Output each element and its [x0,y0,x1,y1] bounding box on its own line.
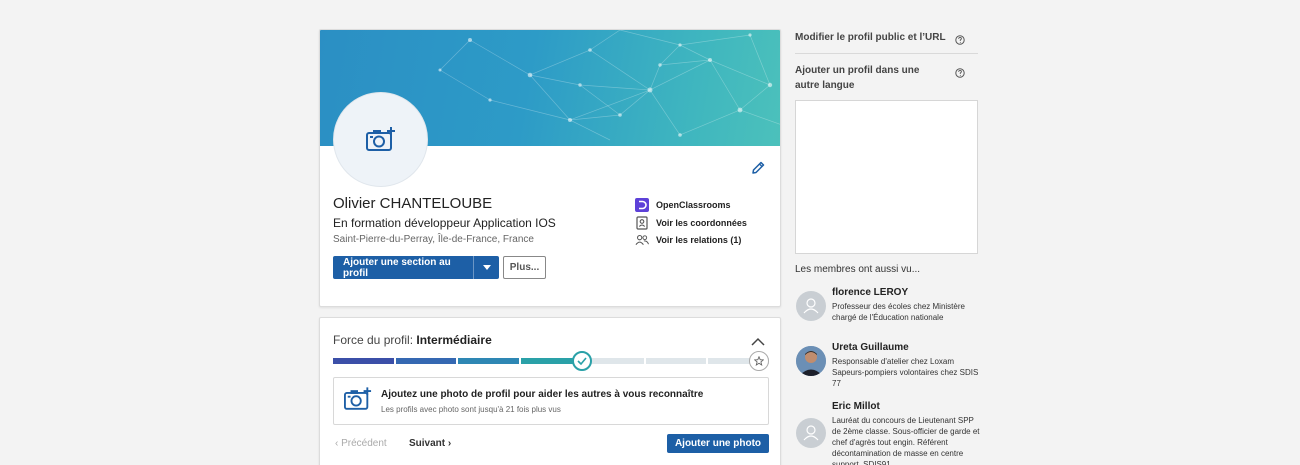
profile-strength-title: Force du profil: Intermédiaire [333,333,492,347]
profile-strength-label: Force du profil: [333,333,417,347]
profile-location: Saint-Pierre-du-Perray, Île-de-France, F… [333,234,534,245]
add-photo-button[interactable]: Ajouter une photo [667,434,769,453]
chevron-up-icon [751,337,765,346]
suggestion-title: Ajoutez une photo de profil pour aider l… [381,389,704,400]
edit-intro-button[interactable] [751,161,767,177]
camera-plus-icon [344,387,372,417]
edit-public-profile-link[interactable]: Modifier le profil public et l’URL [795,30,946,45]
member-description: Lauréat du concours de Lieutenant SPP de… [832,416,980,465]
profile-name: Olivier CHANTELOUBE [333,195,493,212]
profile-strength-card: Force du profil: Intermédiaire Ajoutez u… [319,317,781,465]
profile-card: Olivier CHANTELOUBE En formation dévelop… [319,29,781,307]
add-profile-section-label: Ajouter une section au profil [343,256,451,279]
suggestion-subtitle: Les profils avec photo sont jusqu'à 21 f… [381,405,561,414]
profile-headline: En formation développeur Application IOS [333,216,556,230]
profile-strength-meter [333,358,769,366]
member-name[interactable]: florence LEROY [832,287,908,298]
meter-segment [583,358,644,364]
meter-segment [333,358,394,364]
add-photo-suggestion: Ajoutez une photo de profil pour aider l… [333,377,769,425]
member-name[interactable]: Eric Millot [832,401,880,412]
member-name[interactable]: Ureta Guillaume [832,342,909,353]
people-icon [635,233,649,247]
meter-star-icon [749,351,769,371]
company-link[interactable]: OpenClassrooms [635,198,731,212]
contact-info-label: Voir les coordonnées [656,218,747,228]
profile-strength-level: Intermédiaire [416,333,492,347]
openclassrooms-logo-icon [635,198,649,212]
add-profile-section-button[interactable]: Ajouter une section au profil [333,256,499,279]
member-description: Responsable d'atelier chez Loxam Sapeurs… [832,357,979,388]
pencil-icon [752,161,765,174]
meter-check-icon [572,351,592,371]
meter-segment [458,358,519,364]
help-icon[interactable] [955,65,965,78]
camera-plus-icon [365,126,395,151]
connections-label: Voir les relations (1) [656,235,742,245]
meter-segment [645,358,707,364]
avatar[interactable] [796,346,826,376]
sidebar-divider [795,53,978,54]
collapse-button[interactable] [751,333,767,347]
company-name: OpenClassrooms [656,200,731,210]
profile-photo-placeholder[interactable] [333,92,428,187]
meter-segment [395,358,457,364]
more-button[interactable]: Plus... [503,256,546,279]
contact-card-icon [635,216,649,230]
avatar[interactable] [796,418,826,448]
caret-down-icon[interactable] [473,256,499,279]
member-description: Professeur des écoles chez Ministère cha… [832,302,965,322]
help-icon[interactable] [955,32,965,45]
connections-link[interactable]: Voir les relations (1) [635,233,741,247]
contact-info-link[interactable]: Voir les coordonnées [635,216,747,230]
avatar[interactable] [796,291,826,321]
also-viewed-title: Les membres ont aussi vu... [795,264,921,275]
previous-button[interactable]: ‹ Précédent [335,438,387,449]
next-button[interactable]: Suivant › [409,438,451,449]
add-language-profile-link[interactable]: Ajouter un profil dans une autre langue [795,63,945,93]
ad-placeholder [795,100,978,254]
